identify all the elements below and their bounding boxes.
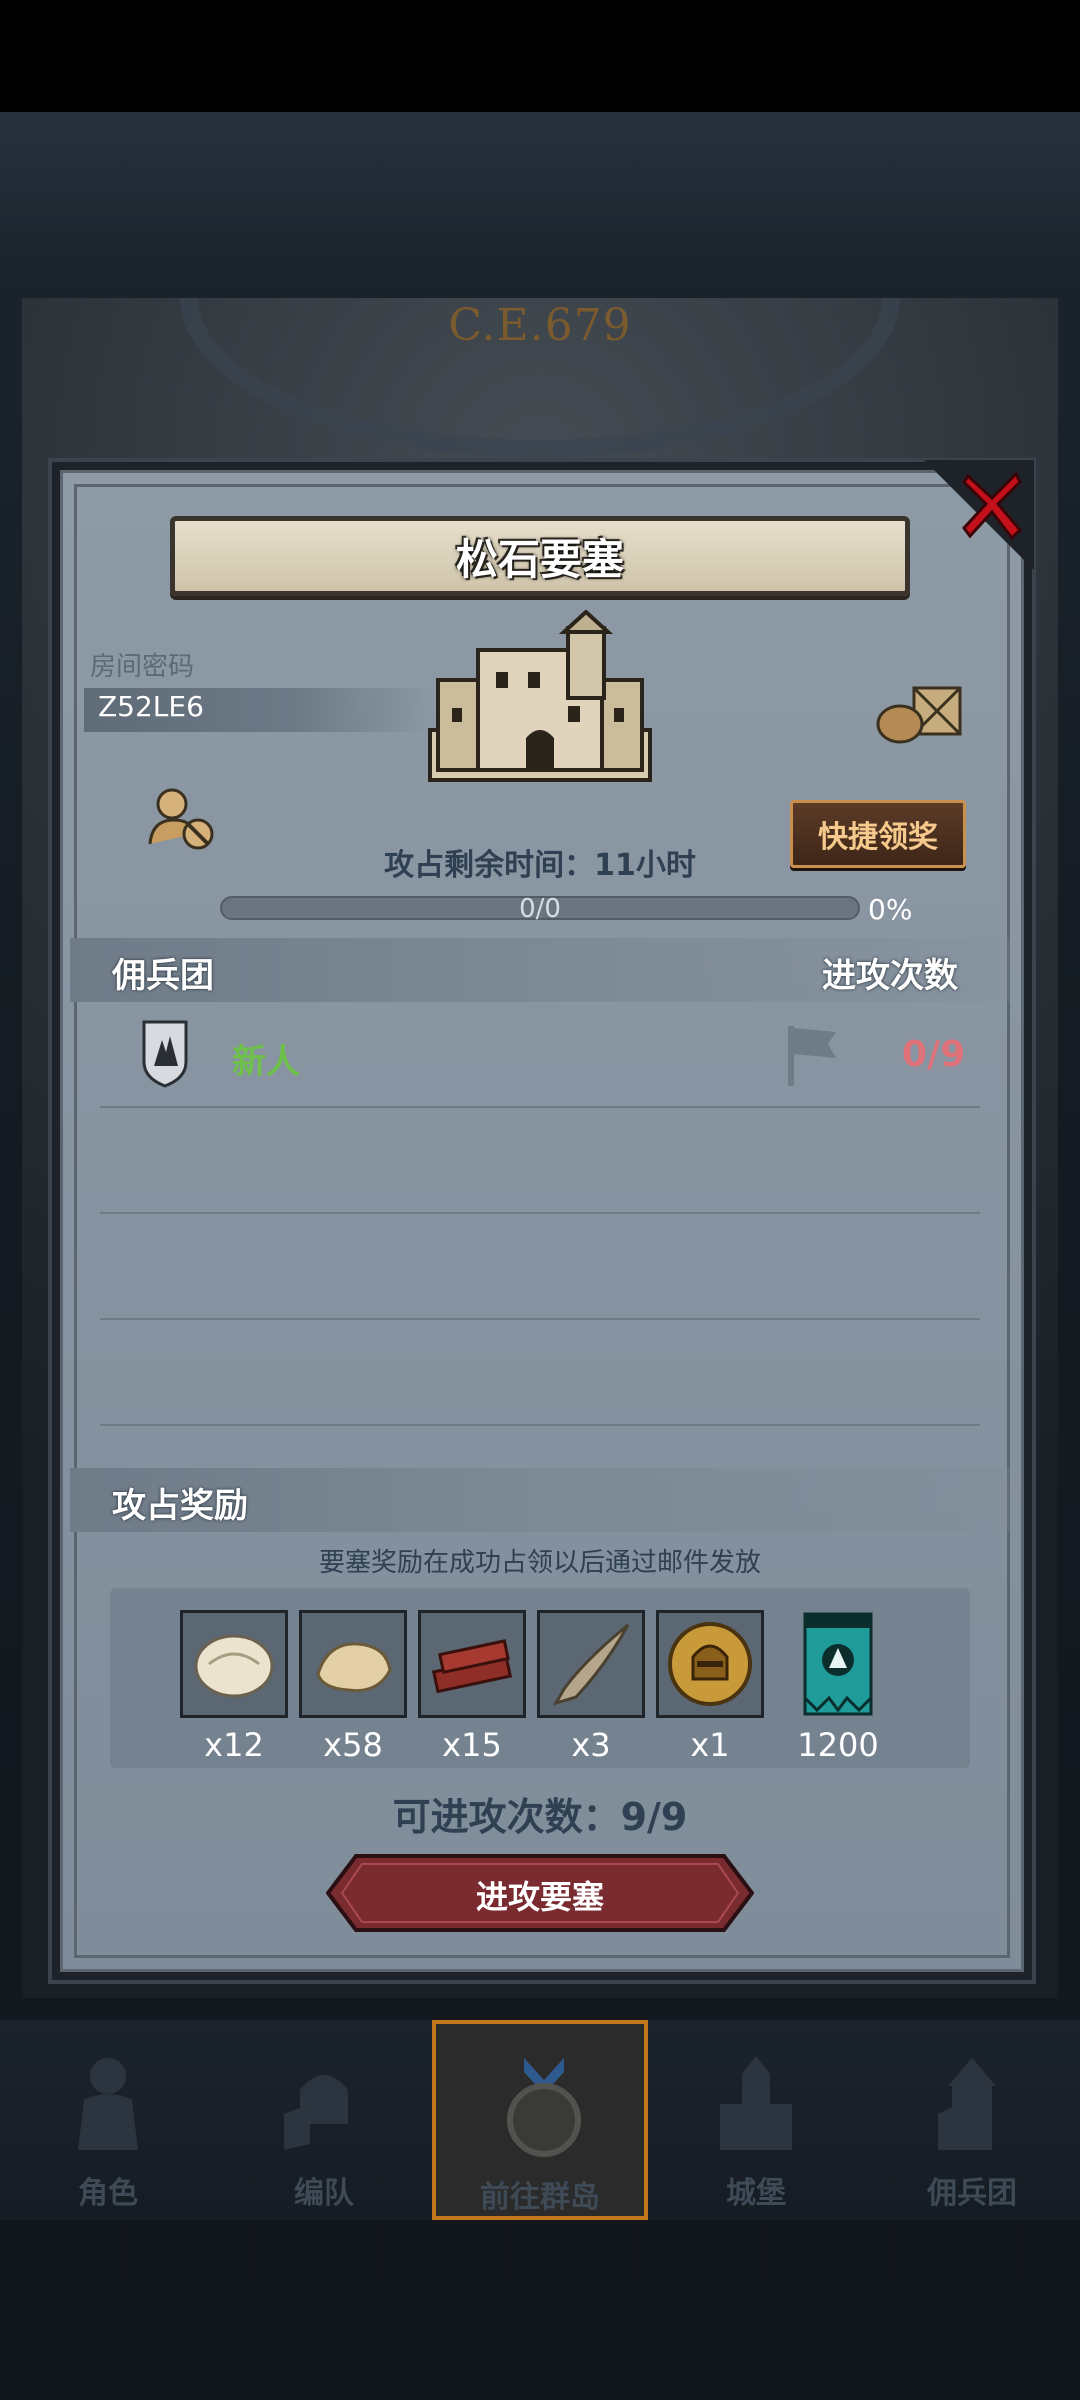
rewards-header: 攻占奖励 xyxy=(112,1486,248,1526)
status-bar xyxy=(0,0,1080,112)
compass-emblem-icon xyxy=(507,2058,581,2157)
reward-item[interactable]: 1200 xyxy=(784,1610,892,1764)
reward-qty: x1 xyxy=(690,1726,730,1764)
reward-qty: 1200 xyxy=(797,1726,879,1764)
title-banner: 松石要塞 xyxy=(170,516,910,596)
nav-label: 角色 xyxy=(78,2176,138,2211)
knight-armor-icon xyxy=(78,2058,138,2150)
reward-slot xyxy=(537,1610,645,1718)
flag-icon xyxy=(788,1026,836,1086)
row-divider xyxy=(100,1212,980,1214)
castle-icon xyxy=(720,2056,792,2150)
reward-qty: x3 xyxy=(571,1726,611,1764)
nav-item-go-islands[interactable]: 前往群岛 xyxy=(432,2020,648,2220)
reward-slot xyxy=(656,1610,764,1718)
remaining-time: 攻占剩余时间：11小时 xyxy=(384,848,696,883)
progress-percent: 0% xyxy=(868,893,913,926)
reward-item[interactable]: x1 xyxy=(656,1610,764,1764)
nav-label: 编队 xyxy=(294,2176,354,2211)
close-icon xyxy=(962,471,1023,541)
dialog-title: 松石要塞 xyxy=(455,534,624,584)
row-divider xyxy=(100,1424,980,1426)
nav-item-castle[interactable]: 城堡 xyxy=(648,2020,864,2220)
row-divider xyxy=(100,1318,980,1320)
nav-label: 城堡 xyxy=(726,2176,786,2211)
mercenary-tower-icon xyxy=(938,2058,996,2150)
row-divider xyxy=(100,1106,980,1108)
supply-crate-icon xyxy=(876,686,962,744)
wood-planks-icon xyxy=(431,1639,513,1694)
reward-qty: x12 xyxy=(204,1726,264,1764)
attacks-header: 进攻次数 xyxy=(822,956,958,996)
horn-icon xyxy=(552,1623,630,1706)
nav-item-formation[interactable]: 编队 xyxy=(216,2020,432,2220)
reward-slot xyxy=(418,1610,526,1718)
guild-emblem-icon xyxy=(142,1020,188,1088)
reward-slot xyxy=(180,1610,288,1718)
reward-item[interactable]: x15 xyxy=(418,1610,526,1764)
close-button[interactable] xyxy=(958,466,1026,544)
reward-qty: x58 xyxy=(323,1726,383,1764)
nav-label: 佣兵团 xyxy=(927,2176,1017,2211)
nav-item-mercenary[interactable]: 佣兵团 xyxy=(864,2020,1080,2220)
member-name: 新人 xyxy=(232,1042,300,1082)
reward-item[interactable]: x58 xyxy=(299,1610,407,1764)
reward-slot xyxy=(299,1610,407,1718)
knight-helmet-medal-icon xyxy=(668,1622,752,1706)
nav-item-character[interactable]: 角色 xyxy=(0,2020,216,2220)
reward-item[interactable]: x12 xyxy=(180,1610,288,1764)
fur-pelt-icon xyxy=(316,1642,392,1693)
background-band xyxy=(0,112,1080,298)
nav-label: 前往群岛 xyxy=(480,2180,600,2215)
guild-banner-icon xyxy=(803,1612,873,1716)
room-label: 房间密码 xyxy=(90,652,195,682)
year-text: C.E.679 xyxy=(448,300,632,351)
castle-icon xyxy=(428,610,652,782)
reward-item[interactable]: x3 xyxy=(537,1610,645,1764)
reward-qty: x15 xyxy=(442,1726,502,1764)
room-code: Z52LE6 xyxy=(98,690,204,723)
attack-button-label: 进攻要塞 xyxy=(475,1878,604,1916)
attack-fortress-button[interactable]: 进攻要塞 xyxy=(325,1852,755,1934)
member-attack-count: 0/9 xyxy=(902,1034,966,1075)
fleece-icon xyxy=(194,1634,274,1698)
mercenary-header: 佣兵团 xyxy=(112,956,214,996)
progress-text: 0/0 xyxy=(519,894,561,924)
available-attacks: 可进攻次数：9/9 xyxy=(392,1795,688,1839)
reward-note: 要塞奖励在成功占领以后通过邮件发放 xyxy=(318,1548,761,1578)
helmet-shield-icon xyxy=(284,2075,348,2150)
reward-slot xyxy=(800,1610,876,1718)
